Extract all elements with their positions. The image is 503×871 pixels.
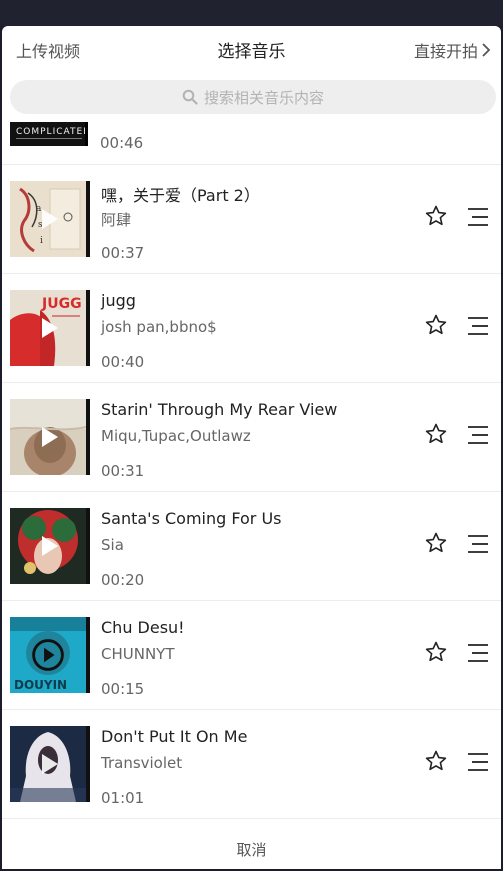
track-title: 嘿，关于爱（Part 2） [101, 186, 260, 205]
menu-icon[interactable] [466, 205, 490, 229]
star-icon[interactable] [424, 204, 448, 228]
album-cover[interactable]: a s i [10, 181, 86, 257]
track-artist: 阿肆 [101, 211, 132, 229]
album-cover[interactable] [10, 726, 86, 802]
play-icon [42, 427, 58, 447]
list-item[interactable]: Don't Put It On Me Transviolet 01:01 [2, 710, 501, 819]
cancel-button[interactable]: 取消 [2, 830, 501, 869]
search-input[interactable]: 搜索相关音乐内容 [10, 80, 496, 114]
play-icon [32, 639, 64, 671]
music-picker-sheet: 上传视频 选择音乐 直接开拍 搜索相关音乐内容 COMPLICATED 00:4… [2, 26, 501, 869]
play-icon [42, 209, 58, 229]
album-cover[interactable]: JUGG [10, 290, 86, 366]
track-title: Starin' Through My Rear View [101, 400, 338, 419]
track-duration: 00:40 [101, 353, 145, 371]
track-artist: Sia [101, 536, 124, 554]
track-duration: 00:46 [100, 134, 144, 152]
svg-text:i: i [40, 236, 43, 246]
header: 上传视频 选择音乐 直接开拍 [2, 26, 501, 72]
track-artist: josh pan,bbno$ [101, 318, 217, 336]
star-icon[interactable] [424, 640, 448, 664]
chevron-right-icon [482, 43, 491, 57]
start-shooting-button[interactable]: 直接开拍 [414, 38, 491, 62]
album-cover[interactable]: DOUYIN [10, 617, 86, 693]
list-item[interactable]: a s i 嘿，关于爱（Part 2） 阿肆 00:37 [2, 165, 501, 274]
menu-icon[interactable] [466, 750, 490, 774]
album-cover: COMPLICATED [10, 122, 88, 146]
list-item[interactable]: COMPLICATED 00:46 [2, 122, 501, 165]
star-icon[interactable] [424, 531, 448, 555]
track-title: jugg [101, 291, 136, 310]
menu-icon[interactable] [466, 423, 490, 447]
track-artist: Miqu,Tupac,Outlawz [101, 427, 251, 445]
list-item[interactable]: Starin' Through My Rear View Miqu,Tupac,… [2, 383, 501, 492]
star-icon[interactable] [424, 422, 448, 446]
star-icon[interactable] [424, 313, 448, 337]
track-title: Santa's Coming For Us [101, 509, 282, 528]
album-cover-text: COMPLICATED [16, 127, 88, 137]
menu-icon[interactable] [466, 532, 490, 556]
track-artist: CHUNNYT [101, 645, 175, 663]
status-strip [0, 0, 503, 26]
track-duration: 01:01 [101, 789, 145, 807]
start-shooting-label: 直接开拍 [413, 42, 478, 61]
album-cover[interactable] [10, 399, 86, 475]
list-item[interactable]: DOUYIN Chu Desu! CHUNNYT 00:15 [2, 601, 501, 710]
album-cover[interactable] [10, 508, 86, 584]
album-cover-text: JUGG [41, 296, 82, 312]
play-icon [42, 318, 58, 338]
track-duration: 00:37 [101, 244, 145, 262]
track-duration: 00:15 [101, 680, 145, 698]
play-icon [42, 536, 58, 556]
album-cover-text: DOUYIN [14, 678, 67, 692]
music-list[interactable]: COMPLICATED 00:46 a s i 嘿，关于爱（Part 2） 阿肆… [2, 122, 501, 820]
track-artist: Transviolet [101, 754, 183, 772]
menu-icon[interactable] [466, 641, 490, 665]
track-duration: 00:31 [101, 462, 145, 480]
play-icon [42, 754, 58, 774]
star-icon[interactable] [424, 749, 448, 773]
list-item[interactable]: JUGG jugg josh pan,bbno$ 00:40 [2, 274, 501, 383]
menu-icon[interactable] [466, 314, 490, 338]
track-duration: 00:20 [101, 571, 145, 589]
search-icon [182, 89, 198, 105]
list-item[interactable]: Santa's Coming For Us Sia 00:20 [2, 492, 501, 601]
search-placeholder: 搜索相关音乐内容 [203, 88, 324, 107]
track-title: Chu Desu! [101, 618, 185, 637]
track-title: Don't Put It On Me [101, 727, 248, 746]
